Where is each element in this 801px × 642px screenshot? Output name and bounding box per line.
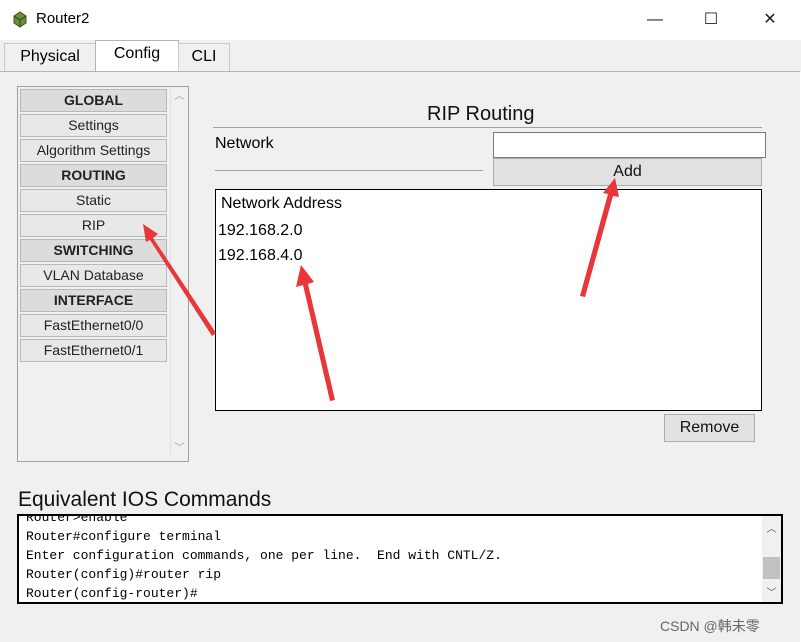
network-address-list[interactable]: Network Address 192.168.2.0 192.168.4.0 bbox=[215, 189, 762, 411]
scroll-up-icon[interactable]: ︿ bbox=[173, 90, 186, 103]
nav-item-algorithm-settings[interactable]: Algorithm Settings bbox=[20, 139, 167, 162]
network-label: Network bbox=[215, 135, 274, 152]
close-button[interactable]: ✕ bbox=[755, 8, 785, 32]
tab-config[interactable]: Config bbox=[95, 40, 179, 73]
scroll-up-icon[interactable]: ︿ bbox=[765, 520, 778, 535]
list-item[interactable]: 192.168.4.0 bbox=[218, 247, 303, 265]
tab-physical[interactable]: Physical bbox=[4, 43, 96, 72]
network-address-header: Network Address bbox=[221, 195, 342, 212]
network-input[interactable] bbox=[493, 132, 766, 158]
scroll-down-icon[interactable]: ﹀ bbox=[173, 442, 186, 455]
tab-cli[interactable]: CLI bbox=[178, 43, 230, 72]
scroll-down-icon[interactable]: ﹀ bbox=[765, 584, 778, 599]
window-title: Router2 bbox=[36, 10, 90, 27]
console-line: Router(config)#router rip bbox=[26, 567, 222, 582]
minimize-button[interactable]: — bbox=[640, 8, 670, 32]
console-scrollbar[interactable]: ︿ ﹀ bbox=[762, 516, 781, 602]
console-line: Enter configuration commands, one per li… bbox=[26, 548, 502, 563]
router-app-icon bbox=[13, 11, 27, 28]
nav-item-rip[interactable]: RIP bbox=[20, 214, 167, 237]
console-line: Router>enable bbox=[26, 514, 128, 525]
rip-routing-title: RIP Routing bbox=[427, 103, 535, 125]
remove-button[interactable]: Remove bbox=[664, 414, 755, 442]
watermark: CSDN @韩未零 bbox=[660, 618, 760, 634]
network-divider bbox=[215, 170, 483, 171]
maximize-button[interactable]: ☐ bbox=[696, 8, 726, 32]
nav-scrollbar[interactable]: ︿ ﹀ bbox=[170, 87, 188, 459]
scroll-thumb[interactable] bbox=[763, 557, 780, 579]
nav-header-switching: SWITCHING bbox=[20, 239, 167, 262]
add-button[interactable]: Add bbox=[493, 158, 762, 186]
nav-header-routing: ROUTING bbox=[20, 164, 167, 187]
nav-header-global: GLOBAL bbox=[20, 89, 167, 112]
title-bar: Router2 — ☐ ✕ bbox=[0, 0, 801, 40]
title-divider bbox=[213, 127, 762, 128]
console-line: Router(config-router)# bbox=[26, 586, 198, 601]
ios-commands-console[interactable]: Router>enable Router#configure terminal … bbox=[17, 514, 783, 604]
ios-commands-title: Equivalent IOS Commands bbox=[18, 488, 272, 511]
nav-item-fastethernet0-0[interactable]: FastEthernet0/0 bbox=[20, 314, 167, 337]
nav-header-interface: INTERFACE bbox=[20, 289, 167, 312]
list-item[interactable]: 192.168.2.0 bbox=[218, 222, 303, 240]
nav-item-fastethernet0-1[interactable]: FastEthernet0/1 bbox=[20, 339, 167, 362]
nav-item-vlan-database[interactable]: VLAN Database bbox=[20, 264, 167, 287]
config-nav-panel: GLOBAL Settings Algorithm Settings ROUTI… bbox=[17, 86, 189, 462]
nav-item-settings[interactable]: Settings bbox=[20, 114, 167, 137]
nav-item-static[interactable]: Static bbox=[20, 189, 167, 212]
console-line: Router#configure terminal bbox=[26, 529, 222, 544]
